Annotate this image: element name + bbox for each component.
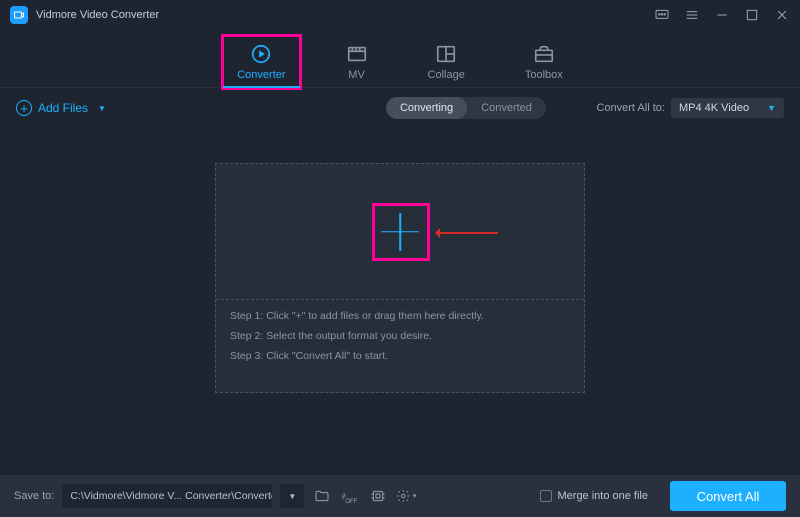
add-files-label: Add Files bbox=[38, 101, 88, 115]
status-segment: Converting Converted bbox=[386, 97, 546, 119]
add-file-plus-icon[interactable] bbox=[377, 209, 423, 255]
settings-button[interactable]: ▾ bbox=[396, 486, 416, 506]
save-path-field[interactable]: C:\Vidmore\Vidmore V... Converter\Conver… bbox=[62, 484, 272, 508]
step-text: Step 1: Click "+" to add files or drag t… bbox=[230, 310, 570, 322]
feedback-icon[interactable] bbox=[654, 7, 670, 23]
step-text: Step 2: Select the output format you des… bbox=[230, 330, 570, 342]
mv-icon bbox=[346, 43, 368, 65]
save-path-dropdown[interactable]: ▼ bbox=[280, 484, 304, 508]
checkbox-icon bbox=[540, 490, 552, 502]
maximize-button[interactable] bbox=[744, 7, 760, 23]
dropzone-top[interactable] bbox=[216, 164, 584, 299]
minimize-button[interactable] bbox=[714, 7, 730, 23]
plus-circle-icon: + bbox=[16, 100, 32, 116]
annotation-arrow bbox=[438, 232, 498, 234]
subbar: + Add Files ▼ Converting Converted Conve… bbox=[0, 88, 800, 128]
toolbox-icon bbox=[533, 43, 555, 65]
main-nav: Converter MV Collage Toolbox bbox=[0, 30, 800, 88]
dropzone-instructions: Step 1: Click "+" to add files or drag t… bbox=[216, 299, 584, 392]
tab-collage[interactable]: Collage bbox=[418, 37, 475, 87]
chevron-down-icon[interactable]: ▼ bbox=[98, 104, 106, 113]
close-button[interactable] bbox=[774, 7, 790, 23]
bottombar: Save to: C:\Vidmore\Vidmore V... Convert… bbox=[0, 475, 800, 517]
tab-label: Collage bbox=[428, 69, 465, 81]
merge-label: Merge into one file bbox=[558, 490, 649, 502]
titlebar: Vidmore Video Converter bbox=[0, 0, 800, 30]
output-format-dropdown[interactable]: MP4 4K Video ▼ bbox=[671, 98, 784, 118]
collage-icon bbox=[435, 43, 457, 65]
add-files-button[interactable]: + Add Files ▼ bbox=[16, 100, 106, 116]
merge-checkbox[interactable]: Merge into one file bbox=[540, 490, 649, 502]
tab-label: Toolbox bbox=[525, 69, 563, 81]
app-logo bbox=[10, 6, 28, 24]
menu-icon[interactable] bbox=[684, 7, 700, 23]
tab-converter[interactable]: Converter bbox=[227, 37, 295, 87]
tab-toolbox[interactable]: Toolbox bbox=[515, 37, 573, 87]
tab-label: Converter bbox=[237, 69, 285, 81]
convert-all-to-label: Convert All to: bbox=[596, 102, 664, 114]
converter-icon bbox=[250, 43, 272, 65]
app-title: Vidmore Video Converter bbox=[36, 9, 159, 21]
open-folder-button[interactable] bbox=[312, 486, 332, 506]
seg-converted[interactable]: Converted bbox=[467, 97, 546, 119]
output-format-value: MP4 4K Video bbox=[679, 102, 749, 114]
step-text: Step 3: Click "Convert All" to start. bbox=[230, 350, 570, 362]
dropzone[interactable]: Step 1: Click "+" to add files or drag t… bbox=[215, 163, 585, 393]
convert-all-button[interactable]: Convert All bbox=[670, 481, 786, 511]
gpu-button[interactable] bbox=[368, 486, 388, 506]
workarea: Step 1: Click "+" to add files or drag t… bbox=[0, 128, 800, 475]
chevron-down-icon: ▼ bbox=[767, 103, 776, 113]
save-to-label: Save to: bbox=[14, 490, 54, 502]
tab-mv[interactable]: MV bbox=[336, 37, 378, 87]
seg-converting[interactable]: Converting bbox=[386, 97, 467, 119]
tab-label: MV bbox=[348, 69, 365, 81]
hardware-accel-button[interactable]: OFF bbox=[340, 486, 360, 506]
